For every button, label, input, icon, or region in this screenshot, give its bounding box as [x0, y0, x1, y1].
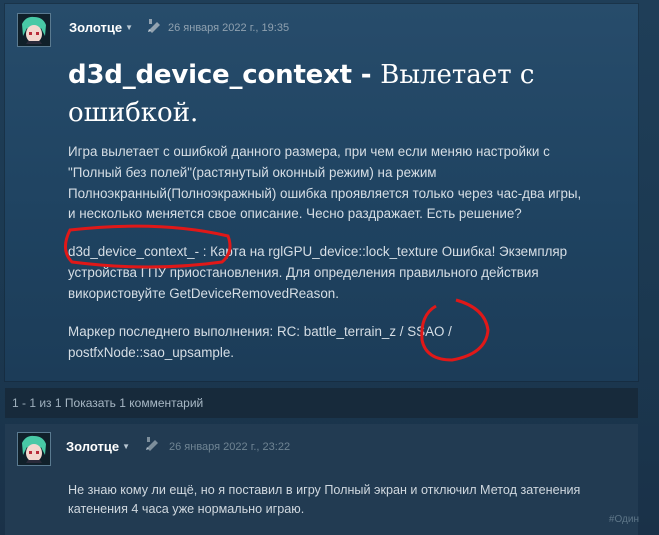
post-author-label: Золотце — [69, 20, 123, 35]
comment-date: 26 января 2022 г., 23:22 — [169, 441, 291, 453]
comment-text: Не знаю кому ли ещё, но я поставил в игр… — [68, 483, 581, 516]
post-title: d3d_device_context - Вылетает с ошибкой. — [68, 58, 588, 134]
post-title-code: d3d_device_context - — [68, 60, 381, 90]
comments-pager: 1 - 1 из 1 Показать 1 комментарий — [5, 388, 638, 418]
pencil-edit-icon — [146, 437, 158, 451]
post-author-avatar[interactable] — [17, 13, 51, 47]
comment-author-name[interactable]: Золотце ▼ — [66, 439, 130, 454]
caret-down-icon[interactable]: ▼ — [125, 23, 133, 32]
post-paragraph-3: Маркер последнего выполнения: RC: battle… — [68, 324, 452, 360]
comment-author-avatar[interactable] — [17, 432, 51, 466]
show-comments-link[interactable]: Показать 1 комментарий — [65, 396, 203, 410]
post-paragraph-2: d3d_device_context_- : Карта на rglGPU_d… — [68, 244, 568, 301]
pencil-edit-icon — [148, 19, 160, 33]
caret-down-icon[interactable]: ▼ — [122, 442, 130, 451]
comment-tag[interactable]: #Один — [609, 514, 639, 525]
comment-author-label: Золотце — [66, 439, 120, 454]
post-date: 26 января 2022 г., 19:35 — [168, 22, 290, 34]
post-author-name[interactable]: Золотце ▼ — [69, 20, 133, 35]
pager-range: 1 - 1 из 1 — [12, 396, 62, 410]
post-paragraph-1: Игра вылетает с ошибкой данного размера,… — [68, 144, 582, 222]
